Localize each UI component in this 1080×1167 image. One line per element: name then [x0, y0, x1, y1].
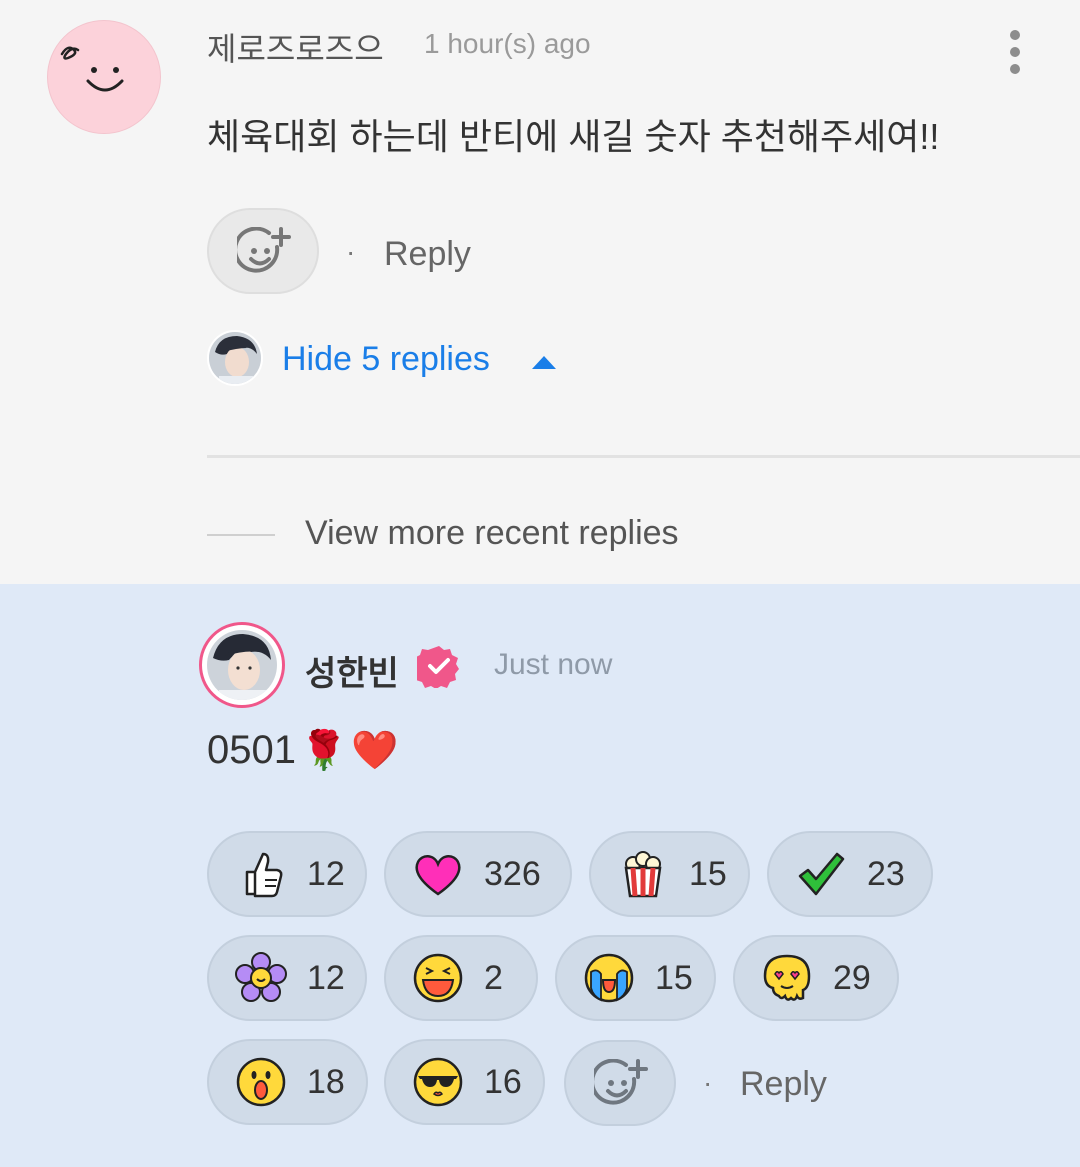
- reply-text: 0501 🌹 ❤️: [207, 728, 399, 773]
- caret-up-icon[interactable]: [532, 356, 556, 369]
- view-more-line: [207, 534, 275, 536]
- reaction-count: 29: [833, 958, 871, 997]
- commenter-avatar[interactable]: [47, 20, 161, 134]
- reaction-chip-surprised[interactable]: 18: [207, 1039, 368, 1125]
- rose-emoji: 🌹: [299, 729, 348, 772]
- add-emoji-icon: [237, 227, 291, 273]
- reaction-count: 18: [307, 1062, 345, 1101]
- heart-icon: [415, 855, 461, 896]
- crying-face-icon: [584, 953, 634, 1003]
- reaction-count: 15: [655, 958, 693, 997]
- add-emoji-icon: [594, 1059, 648, 1105]
- heart-emoji: ❤️: [351, 729, 399, 772]
- reaction-chip-laughing[interactable]: 2: [384, 935, 538, 1021]
- reply-button[interactable]: Reply: [740, 1065, 827, 1104]
- popcorn-icon: [624, 851, 662, 898]
- reaction-chip-popcorn[interactable]: 15: [589, 831, 750, 917]
- reaction-count: 2: [484, 958, 503, 997]
- reaction-count: 12: [307, 958, 345, 997]
- heart-eyes-melting-icon: [763, 954, 811, 1001]
- reply-button[interactable]: Reply: [384, 235, 471, 274]
- verified-badge-icon: [417, 646, 459, 688]
- reply-avatar[interactable]: [199, 622, 285, 708]
- flower-icon: [235, 952, 287, 1002]
- reaction-chip-thumbs-up[interactable]: 12: [207, 831, 367, 917]
- profile-photo: [207, 630, 277, 700]
- hide-replies-toggle[interactable]: Hide 5 replies: [282, 340, 490, 379]
- reaction-chip-flower[interactable]: 12: [207, 935, 367, 1021]
- comment-timestamp: 1 hour(s) ago: [424, 28, 591, 59]
- reaction-count: 15: [689, 854, 727, 893]
- reaction-chip-check[interactable]: 23: [767, 831, 933, 917]
- commenter-username[interactable]: 제로즈로즈으: [207, 24, 384, 70]
- surprised-face-icon: [236, 1057, 286, 1107]
- separator-dot: ·: [703, 1067, 713, 1098]
- divider: [207, 455, 1080, 458]
- laughing-face-icon: [413, 953, 463, 1003]
- separator-dot: ·: [346, 236, 356, 267]
- reaction-chip-crying[interactable]: 15: [555, 935, 716, 1021]
- reaction-chip-heart-eyes[interactable]: 29: [733, 935, 899, 1021]
- reaction-count: 23: [867, 854, 905, 893]
- reaction-chip-heart[interactable]: 326: [384, 831, 572, 917]
- view-more-replies-link[interactable]: View more recent replies: [305, 514, 679, 553]
- reaction-chip-sunglasses[interactable]: 16: [384, 1039, 545, 1125]
- add-reaction-button[interactable]: [207, 208, 319, 294]
- more-options-icon[interactable]: [1000, 28, 1032, 76]
- reply-timestamp: Just now: [494, 648, 613, 681]
- reply-text-content: 0501: [207, 728, 296, 772]
- reaction-count: 16: [484, 1062, 522, 1101]
- thumbs-up-icon: [245, 852, 283, 898]
- comment-text: 체육대회 하는데 반티에 새길 숫자 추천해주세여!!: [207, 116, 940, 157]
- replier-avatar-thumb: [207, 330, 263, 386]
- sunglasses-face-icon: [413, 1057, 463, 1107]
- smiley-doodle-icon: [60, 46, 124, 92]
- add-reaction-button[interactable]: [564, 1040, 676, 1126]
- reaction-count: 326: [484, 854, 541, 893]
- reply-username[interactable]: 성한빈: [305, 646, 399, 695]
- checkmark-icon: [798, 852, 845, 896]
- reaction-count: 12: [307, 854, 345, 893]
